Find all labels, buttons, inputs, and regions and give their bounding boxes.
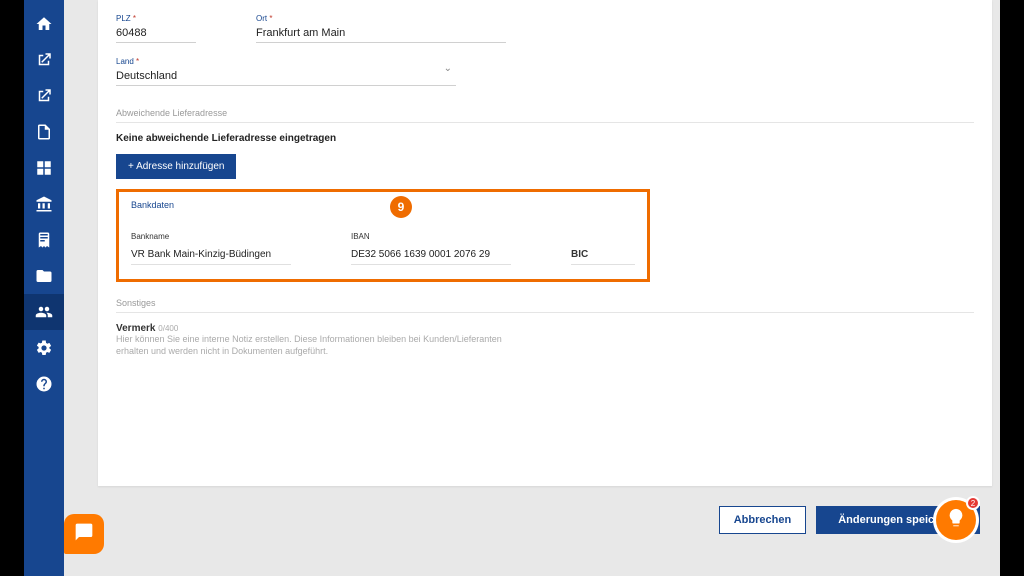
label-ort: Ort * [256, 14, 506, 23]
vermerk-hint: Hier können Sie eine interne Notiz erste… [116, 334, 516, 357]
input-bankname[interactable] [131, 247, 291, 265]
nav-out[interactable] [24, 42, 64, 78]
nav-receipt[interactable] [24, 222, 64, 258]
letterbox-left [0, 0, 24, 576]
no-delivery-text: Keine abweichende Lieferadresse eingetra… [116, 133, 974, 144]
nav-folder[interactable] [24, 258, 64, 294]
tour-step-marker: 9 [390, 196, 412, 218]
hints-badge: 2 [966, 496, 980, 510]
input-ort[interactable] [256, 23, 506, 43]
nav-home[interactable] [24, 6, 64, 42]
section-delivery-address: Abweichende Lieferadresse [116, 108, 974, 123]
vermerk-counter: 0/400 [158, 324, 178, 333]
nav-grid[interactable] [24, 150, 64, 186]
label-iban: IBAN [351, 232, 370, 241]
label-bankname: Bankname [131, 232, 169, 241]
app-viewport: PLZ * Ort * Land * ⌄ Abweichende Liefera… [0, 0, 1024, 576]
add-address-button[interactable]: + Adresse hinzufügen [116, 154, 236, 179]
form-panel: PLZ * Ort * Land * ⌄ Abweichende Liefera… [98, 0, 992, 486]
letterbox-right [1000, 0, 1024, 576]
chat-icon [74, 522, 94, 547]
hints-fab[interactable]: 2 [936, 500, 976, 540]
field-ort: Ort * [256, 14, 506, 43]
select-land[interactable] [116, 66, 456, 86]
label-land: Land * [116, 57, 456, 66]
section-misc: Sonstiges [116, 298, 974, 313]
nav-in[interactable] [24, 78, 64, 114]
cancel-button[interactable]: Abbrechen [719, 506, 806, 534]
field-plz: PLZ * [116, 14, 196, 43]
input-iban[interactable] [351, 247, 511, 265]
bankdata-highlight-box: Bankdaten Bankname IBAN BIC [116, 189, 650, 282]
address-row-1: PLZ * Ort * [116, 14, 974, 43]
content-area: PLZ * Ort * Land * ⌄ Abweichende Liefera… [64, 0, 1024, 576]
nav-document[interactable] [24, 114, 64, 150]
nav-help[interactable] [24, 366, 64, 402]
nav-contacts[interactable] [24, 294, 64, 330]
lightbulb-icon [945, 507, 967, 534]
section-bankdata: Bankdaten [131, 200, 635, 216]
label-bic[interactable]: BIC [571, 249, 635, 265]
vermerk-textarea[interactable] [116, 359, 476, 443]
field-iban: IBAN [351, 226, 511, 265]
label-plz: PLZ * [116, 14, 196, 23]
field-bankname: Bankname [131, 226, 291, 265]
address-row-2: Land * ⌄ [116, 57, 974, 86]
chat-fab[interactable] [64, 514, 104, 554]
field-land: Land * ⌄ [116, 57, 456, 86]
sidebar-nav [24, 0, 64, 576]
input-plz[interactable] [116, 23, 196, 43]
vermerk-heading: Vermerk 0/400 [116, 323, 974, 334]
bank-row: Bankname IBAN BIC [131, 226, 635, 265]
nav-bank[interactable] [24, 186, 64, 222]
nav-settings[interactable] [24, 330, 64, 366]
